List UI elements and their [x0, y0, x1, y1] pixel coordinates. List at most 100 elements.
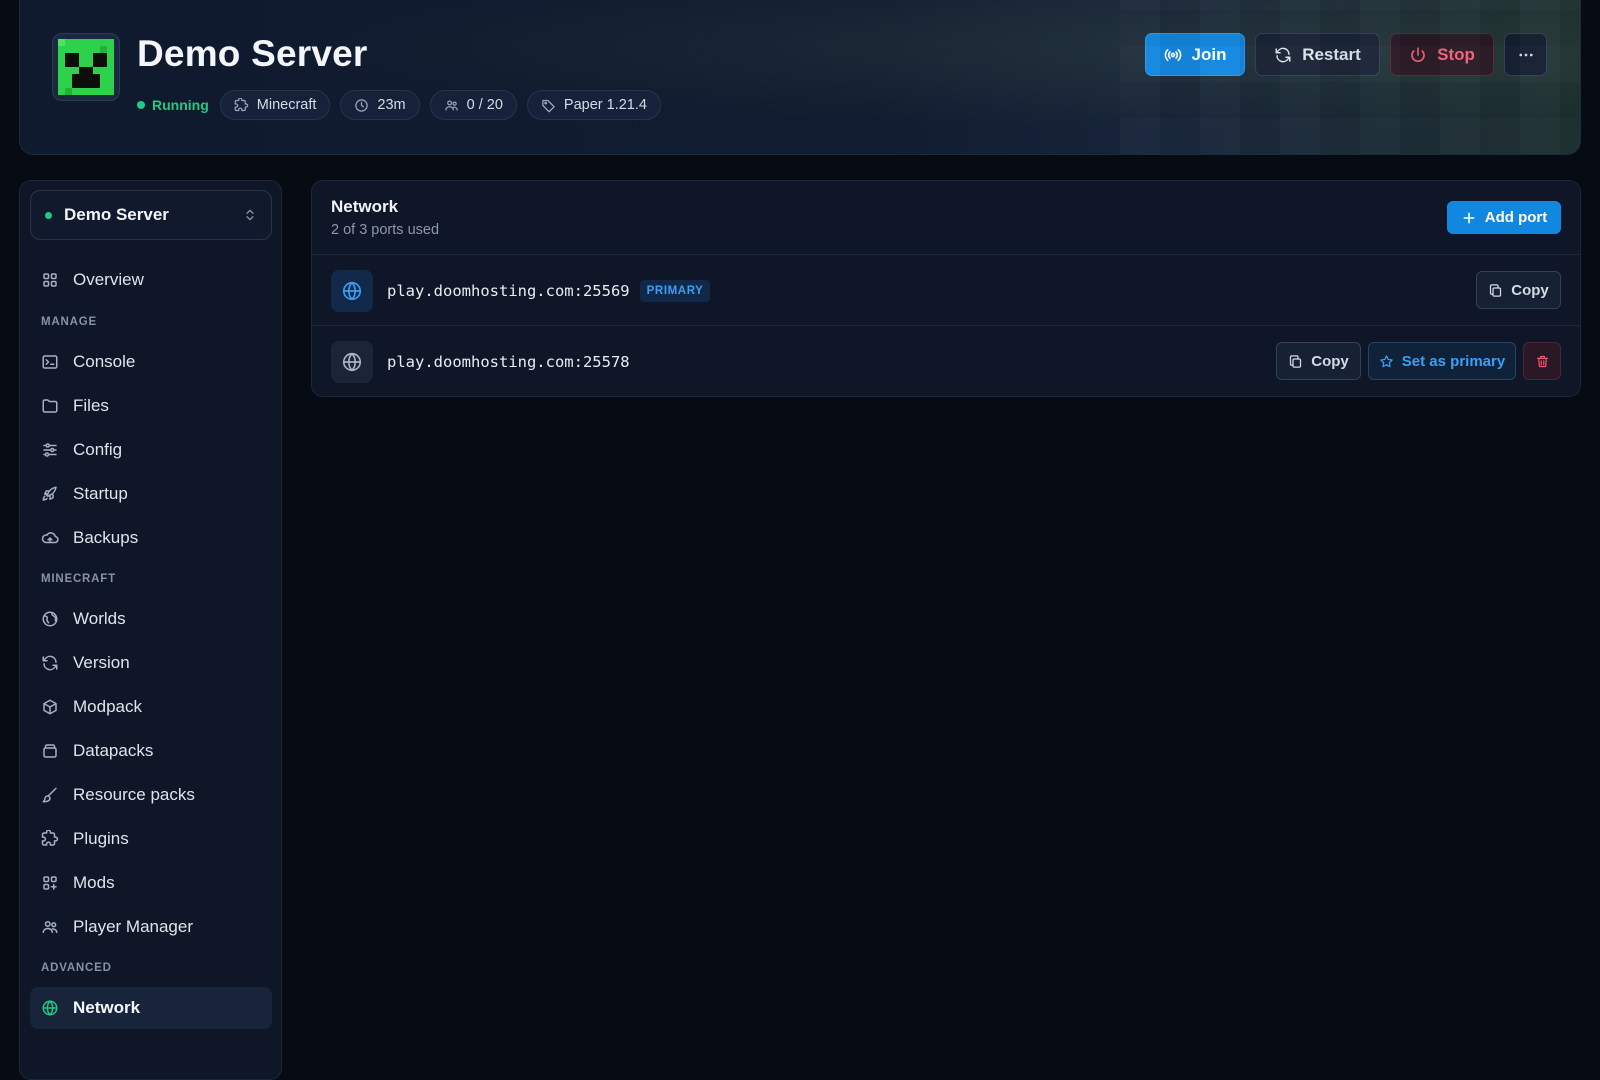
sidebar-item-label: Console: [73, 352, 136, 371]
restart-label: Restart: [1302, 44, 1361, 64]
copy-button[interactable]: Copy: [1476, 271, 1561, 309]
sidebar-item-label: Files: [73, 396, 109, 415]
globe-icon: [331, 269, 373, 312]
terminal-icon: [41, 353, 59, 371]
sidebar-item-modpack[interactable]: Modpack: [30, 686, 272, 728]
grid-plus-icon: [41, 874, 59, 892]
copy-button[interactable]: Copy: [1276, 342, 1361, 380]
broadcast-icon: [1164, 46, 1182, 64]
copy-label: Copy: [1511, 281, 1549, 299]
game-chip: Minecraft: [219, 90, 331, 120]
more-icon: [1517, 46, 1535, 64]
sidebar-item-label: Resource packs: [73, 785, 195, 804]
add-port-label: Add port: [1484, 209, 1548, 226]
stop-button[interactable]: Stop: [1390, 33, 1494, 76]
sidebar-item-label: Overview: [73, 270, 144, 289]
tag-icon: [541, 98, 556, 113]
status-badge: Running: [137, 97, 209, 113]
join-label: Join: [1191, 44, 1227, 64]
archive-icon: [41, 742, 59, 760]
sidebar-item-files[interactable]: Files: [30, 385, 272, 427]
globe-icon: [41, 610, 59, 628]
sidebar-item-label: Mods: [73, 873, 115, 892]
sidebar-item-label: Version: [73, 653, 130, 672]
server-header: Demo Server Running Minecraft 23m 0 / 20: [19, 0, 1581, 155]
sidebar-item-label: Network: [73, 998, 141, 1017]
status-label: Running: [152, 97, 209, 113]
port-address: play.doomhosting.com:25569: [387, 281, 630, 300]
sidebar-item-datapacks[interactable]: Datapacks: [30, 730, 272, 772]
rocket-icon: [41, 485, 59, 503]
trash-icon: [1535, 354, 1550, 369]
box-icon: [41, 698, 59, 716]
uptime-label: 23m: [377, 97, 406, 113]
server-selector-label: Demo Server: [64, 205, 169, 224]
sidebar-item-version[interactable]: Version: [30, 642, 272, 684]
version-label: Paper 1.21.4: [563, 97, 647, 113]
status-dot-icon: [137, 101, 145, 109]
sidebar-item-startup[interactable]: Startup: [30, 473, 272, 515]
sidebar-item-worlds[interactable]: Worlds: [30, 598, 272, 640]
players-label: 0 / 20: [466, 97, 503, 113]
port-row: play.doomhosting.com:25578 Copy Set as p…: [312, 325, 1580, 396]
sidebar-item-config[interactable]: Config: [30, 429, 272, 471]
chevron-up-down-icon: [243, 208, 257, 222]
sliders-icon: [41, 441, 59, 459]
more-button[interactable]: [1504, 33, 1547, 76]
port-row-primary: play.doomhosting.com:25569 PRIMARY Copy: [312, 254, 1580, 326]
refresh-icon: [1274, 46, 1292, 64]
refresh-icon: [41, 654, 59, 672]
port-actions: Copy Set as primary: [1276, 342, 1561, 380]
sidebar-item-label: Backups: [73, 528, 139, 547]
port-actions: Copy: [1476, 271, 1561, 309]
set-primary-button[interactable]: Set as primary: [1368, 342, 1516, 380]
status-dot-icon: [45, 211, 52, 219]
sidebar-item-resource-packs[interactable]: Resource packs: [30, 774, 272, 816]
sidebar-item-mods[interactable]: Mods: [30, 862, 272, 904]
folder-icon: [41, 397, 59, 415]
plus-icon: [1461, 210, 1477, 226]
globe-icon: [41, 999, 59, 1017]
copy-label: Copy: [1311, 352, 1349, 370]
sidebar-item-overview[interactable]: Overview: [30, 259, 272, 301]
copy-icon: [1488, 283, 1503, 298]
section-minecraft: MINECRAFT: [41, 573, 116, 585]
creeper-logo-icon: [52, 33, 120, 101]
set-primary-label: Set as primary: [1401, 352, 1506, 370]
panel-title: Network: [331, 197, 399, 216]
grid-icon: [41, 271, 59, 289]
version-chip: Paper 1.21.4: [526, 90, 661, 120]
sidebar-item-network[interactable]: Network: [30, 987, 272, 1029]
star-icon: [1379, 354, 1394, 369]
server-selector[interactable]: Demo Server: [30, 190, 272, 240]
players-icon: [444, 98, 459, 113]
stop-label: Stop: [1437, 44, 1475, 64]
users-icon: [41, 918, 59, 936]
power-icon: [1409, 46, 1427, 64]
players-chip: 0 / 20: [429, 90, 517, 120]
network-panel: Network 2 of 3 ports used Add port play.…: [311, 180, 1581, 397]
sidebar-item-console[interactable]: Console: [30, 341, 272, 383]
section-advanced: ADVANCED: [41, 962, 112, 974]
primary-badge: PRIMARY: [639, 279, 711, 302]
puzzle-icon: [234, 97, 249, 113]
restart-button[interactable]: Restart: [1255, 33, 1380, 76]
sidebar: Demo Server Overview MANAGE Console File…: [19, 180, 282, 1080]
puzzle-icon: [41, 830, 59, 848]
globe-icon: [331, 340, 373, 383]
delete-port-button[interactable]: [1523, 342, 1561, 380]
sidebar-item-label: Worlds: [73, 609, 126, 628]
sidebar-item-player-manager[interactable]: Player Manager: [30, 906, 272, 948]
server-meta: Running Minecraft 23m 0 / 20 Paper 1.21.…: [137, 90, 661, 120]
sidebar-item-plugins[interactable]: Plugins: [30, 818, 272, 860]
sidebar-item-label: Plugins: [73, 829, 129, 848]
sidebar-item-backups[interactable]: Backups: [30, 517, 272, 559]
cloud-upload-icon: [41, 529, 59, 547]
uptime-chip: 23m: [340, 90, 420, 120]
add-port-button[interactable]: Add port: [1447, 201, 1561, 234]
sidebar-item-label: Datapacks: [73, 741, 154, 760]
server-actions: Join Restart Stop: [1145, 33, 1547, 76]
port-address: play.doomhosting.com:25578: [387, 352, 630, 371]
join-button[interactable]: Join: [1145, 33, 1245, 76]
section-manage: MANAGE: [41, 316, 97, 328]
